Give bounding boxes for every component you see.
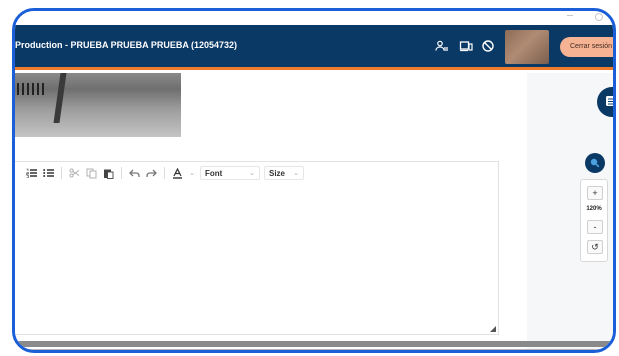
page-title: Production - PRUEBA PRUEBA PRUEBA (12054… xyxy=(15,40,238,50)
devices-icon[interactable] xyxy=(459,39,473,53)
window-circle-icon[interactable] xyxy=(595,13,603,21)
text-color-icon[interactable] xyxy=(171,166,184,180)
numbered-list-icon[interactable] xyxy=(25,166,38,180)
app-frame: Production - PRUEBA PRUEBA PRUEBA (12054… xyxy=(12,8,616,353)
redo-icon[interactable] xyxy=(145,166,158,180)
logout-button[interactable]: Cerrar sesión xyxy=(560,37,613,57)
chevron-down-icon: ⌄ xyxy=(293,170,299,177)
undo-icon[interactable] xyxy=(128,166,141,180)
chevron-down-icon: ⌄ xyxy=(249,170,255,177)
zoom-control: + 120% - ↺ xyxy=(580,179,608,262)
minimize-icon[interactable] xyxy=(567,15,573,16)
toolbar-divider xyxy=(61,167,62,179)
font-select-label: Font xyxy=(205,168,223,178)
tree-trunk xyxy=(53,73,67,123)
users-icon[interactable] xyxy=(435,39,449,53)
resize-handle[interactable] xyxy=(490,326,496,332)
search-button[interactable] xyxy=(585,153,605,173)
scrollbar-track xyxy=(15,349,613,350)
app-header: Production - PRUEBA PRUEBA PRUEBA (12054… xyxy=(15,25,613,70)
paste-icon[interactable] xyxy=(102,166,115,180)
user-avatar[interactable] xyxy=(505,30,549,64)
block-icon[interactable] xyxy=(481,39,495,53)
people-silhouettes xyxy=(17,83,47,95)
rich-text-editor[interactable]: ⌄ Font ⌄ Size ⌄ xyxy=(15,161,499,335)
zoom-out-button[interactable]: - xyxy=(587,220,603,234)
window-controls xyxy=(15,11,613,25)
size-select-label: Size xyxy=(269,168,286,178)
chevron-down-icon[interactable]: ⌄ xyxy=(188,166,196,180)
chat-icon xyxy=(606,96,613,106)
bulleted-list-icon[interactable] xyxy=(42,166,55,180)
zoom-in-button[interactable]: + xyxy=(587,186,603,200)
copy-icon[interactable] xyxy=(85,166,98,180)
size-select[interactable]: Size ⌄ xyxy=(264,166,304,180)
cut-icon[interactable] xyxy=(68,166,81,180)
zoom-reset-button[interactable]: ↺ xyxy=(587,240,603,254)
toolbar-divider xyxy=(121,167,122,179)
search-icon xyxy=(590,158,600,168)
content-image xyxy=(15,73,181,137)
horizontal-scrollbar[interactable] xyxy=(15,341,613,347)
toolbar-divider xyxy=(164,167,165,179)
font-select[interactable]: Font ⌄ xyxy=(200,166,260,180)
zoom-level: 120% xyxy=(586,206,602,212)
editor-toolbar: ⌄ Font ⌄ Size ⌄ xyxy=(15,162,498,184)
